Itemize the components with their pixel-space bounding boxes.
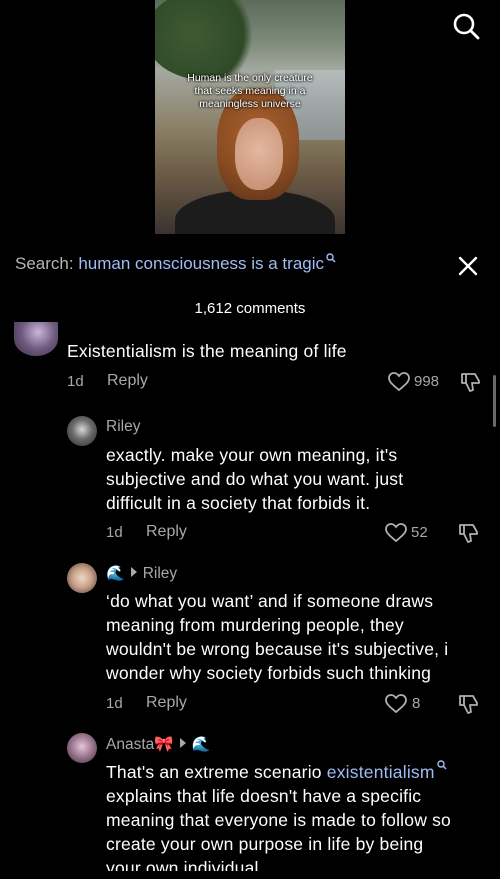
comment-text: ‘do what you want’ and if someone draws … xyxy=(106,589,448,685)
scrollbar[interactable] xyxy=(493,375,496,427)
search-icon[interactable] xyxy=(452,12,480,40)
comment-text-line: exactly. make your own meaning, it's xyxy=(106,445,398,465)
comment-text-line: meaning from murdering people, they xyxy=(106,615,404,635)
comment-username-text[interactable]: Anasta🎀 xyxy=(106,736,174,753)
avatar[interactable] xyxy=(67,733,97,763)
comment-text-line: wonder why society forbids such thinking xyxy=(106,663,432,683)
comment-text-line: difficult in a society that forbids it. xyxy=(106,493,371,513)
search-query-bar[interactable]: Search: human consciousness is a tragic xyxy=(15,253,336,274)
comment-age: 1d xyxy=(106,524,123,541)
comment-text-line: create your own purpose in life by being xyxy=(106,834,424,854)
heart-icon[interactable] xyxy=(388,372,410,392)
search-icon[interactable] xyxy=(436,760,447,770)
comment-text-line: explains that life doesn't have a specif… xyxy=(106,786,422,806)
comment-text-line: ‘do what you want’ and if someone draws xyxy=(106,591,434,611)
reply-button[interactable]: Reply xyxy=(146,694,187,712)
search-label: Search: xyxy=(15,254,74,273)
video-thumbnail[interactable]: Human is the only creature that seeks me… xyxy=(155,0,345,234)
username-emoji: 🌊 xyxy=(106,565,125,582)
comment-text: exactly. make your own meaning, it's sub… xyxy=(106,443,403,515)
comment-username[interactable]: Riley xyxy=(106,418,140,436)
comment-text-line: your own individual xyxy=(106,858,259,871)
reply-arrow-icon xyxy=(130,567,137,577)
like-count: 52 xyxy=(411,524,428,541)
search-icon xyxy=(326,253,336,263)
reply-to-emoji[interactable]: 🌊 xyxy=(192,735,211,753)
heart-icon[interactable] xyxy=(385,694,407,714)
comment-text-line: meaning that everyone is made to follow … xyxy=(106,810,451,830)
comment-text-line: That's an extreme scenario existentialis… xyxy=(106,760,451,784)
comment-text: Existentialism is the meaning of life xyxy=(67,341,347,361)
comment-text-segment: That's an extreme scenario xyxy=(106,762,327,782)
like-count: 998 xyxy=(414,373,440,390)
video-caption-line: that seeks meaning in a xyxy=(194,85,306,97)
heart-icon[interactable] xyxy=(385,523,407,543)
video-caption-line: meaningless universe xyxy=(199,98,301,110)
reply-arrow-icon xyxy=(179,738,186,748)
dislike-icon[interactable] xyxy=(458,693,480,715)
video-caption-line: Human is the only creature xyxy=(187,72,313,84)
video-caption: Human is the only creature that seeks me… xyxy=(155,72,345,111)
comment-username[interactable]: 🌊 Riley xyxy=(106,564,177,583)
dislike-icon[interactable] xyxy=(458,522,480,544)
avatar[interactable] xyxy=(14,322,58,356)
video-person-face xyxy=(235,118,283,190)
close-icon[interactable] xyxy=(458,256,478,276)
comment-age: 1d xyxy=(67,373,84,390)
hashtag-link[interactable]: existentialism xyxy=(327,762,435,782)
reply-button[interactable]: Reply xyxy=(146,523,187,541)
search-query[interactable]: human consciousness is a tragic xyxy=(78,254,324,273)
comment-text: That's an extreme scenario existentialis… xyxy=(106,760,451,871)
comment-text-line: subjective and do what you want. just xyxy=(106,469,404,489)
reply-to-username[interactable]: Riley xyxy=(143,565,177,582)
video-tree xyxy=(155,0,265,80)
avatar[interactable] xyxy=(67,416,97,446)
comment-age: 1d xyxy=(106,695,123,712)
avatar[interactable] xyxy=(67,563,97,593)
comment-text-line: wouldn't be wrong because it's subjectiv… xyxy=(106,639,449,659)
dislike-icon[interactable] xyxy=(460,371,482,393)
like-count: 8 xyxy=(412,695,421,712)
comment-username[interactable]: Anasta🎀 🌊 xyxy=(106,735,210,754)
reply-button[interactable]: Reply xyxy=(107,372,148,390)
comments-count: 1,612 comments xyxy=(194,300,306,317)
